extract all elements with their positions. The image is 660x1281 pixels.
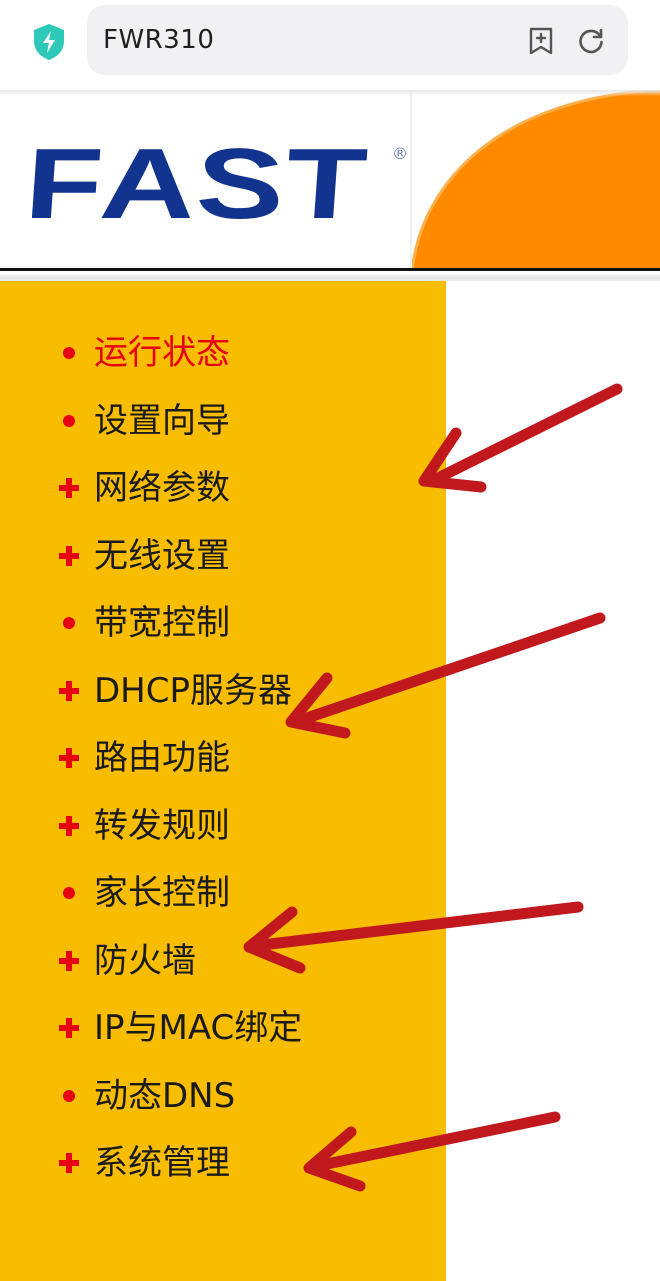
menu-item-status[interactable]: 运行状态 [0,323,446,383]
menu-item-ip-mac-binding[interactable]: IP与MAC绑定 [0,998,446,1058]
bullet-dot-icon [58,882,80,904]
banner-orange-arc [412,90,660,271]
menu-item-network-params[interactable]: 网络参数 [0,458,446,518]
menu-item-label[interactable]: 路由功能 [94,728,230,788]
content-area [446,281,660,1281]
menu-item-wireless[interactable]: 无线设置 [0,526,446,586]
menu-item-label[interactable]: 家长控制 [94,863,230,923]
menu-item-label[interactable]: 动态DNS [94,1066,235,1126]
menu-item-firewall[interactable]: 防火墙 [0,931,446,991]
menu-item-label[interactable]: 带宽控制 [94,593,230,653]
menu-item-label[interactable]: DHCP服务器 [94,661,292,721]
router-header-banner: FAST ® [0,90,660,271]
menu-item-routing[interactable]: 路由功能 [0,728,446,788]
menu-item-dhcp-server[interactable]: DHCP服务器 [0,661,446,721]
registered-mark: ® [392,144,408,163]
menu-item-forwarding[interactable]: 转发规则 [0,796,446,856]
menu-item-label[interactable]: 无线设置 [94,526,230,586]
bullet-dot-icon [58,1085,80,1107]
menu-item-setup-wizard[interactable]: 设置向导 [0,391,446,451]
expand-plus-icon[interactable] [58,477,80,499]
expand-plus-icon[interactable] [58,950,80,972]
expand-plus-icon[interactable] [58,815,80,837]
toolbar-shadow [0,90,660,96]
menu-item-label[interactable]: 转发规则 [94,796,230,856]
bullet-dot-icon [58,410,80,432]
router-nav-menu: 运行状态设置向导网络参数无线设置带宽控制 DHCP服务器 路由功能转发规则家长控制防… [0,281,446,1281]
menu-item-label[interactable]: 网络参数 [94,458,230,518]
address-bar[interactable]: FWR310 [87,5,628,75]
shield-bolt-icon[interactable] [32,23,66,61]
expand-plus-icon[interactable] [58,680,80,702]
menu-item-label[interactable]: 系统管理 [94,1133,230,1193]
header-black-rule [0,268,660,271]
bookmark-add-icon[interactable] [528,27,554,55]
menu-item-system-admin[interactable]: 系统管理 [0,1133,446,1193]
expand-plus-icon[interactable] [58,747,80,769]
bullet-dot-icon [58,612,80,634]
menu-item-bandwidth[interactable]: 带宽控制 [0,593,446,653]
brand-logo: FAST [12,128,377,240]
refresh-icon[interactable] [577,27,605,55]
expand-plus-icon[interactable] [58,1017,80,1039]
menu-item-label[interactable]: IP与MAC绑定 [94,998,302,1058]
expand-plus-icon[interactable] [58,1152,80,1174]
expand-plus-icon[interactable] [58,545,80,567]
browser-toolbar: FWR310 [0,0,660,90]
menu-item-label[interactable]: 防火墙 [94,931,196,991]
bullet-dot-icon [58,342,80,364]
menu-item-parental-control[interactable]: 家长控制 [0,863,446,923]
menu-item-label[interactable]: 运行状态 [94,323,230,383]
menu-item-label[interactable]: 设置向导 [94,391,230,451]
url-text[interactable]: FWR310 [103,5,214,75]
menu-item-ddns[interactable]: 动态DNS [0,1066,446,1126]
